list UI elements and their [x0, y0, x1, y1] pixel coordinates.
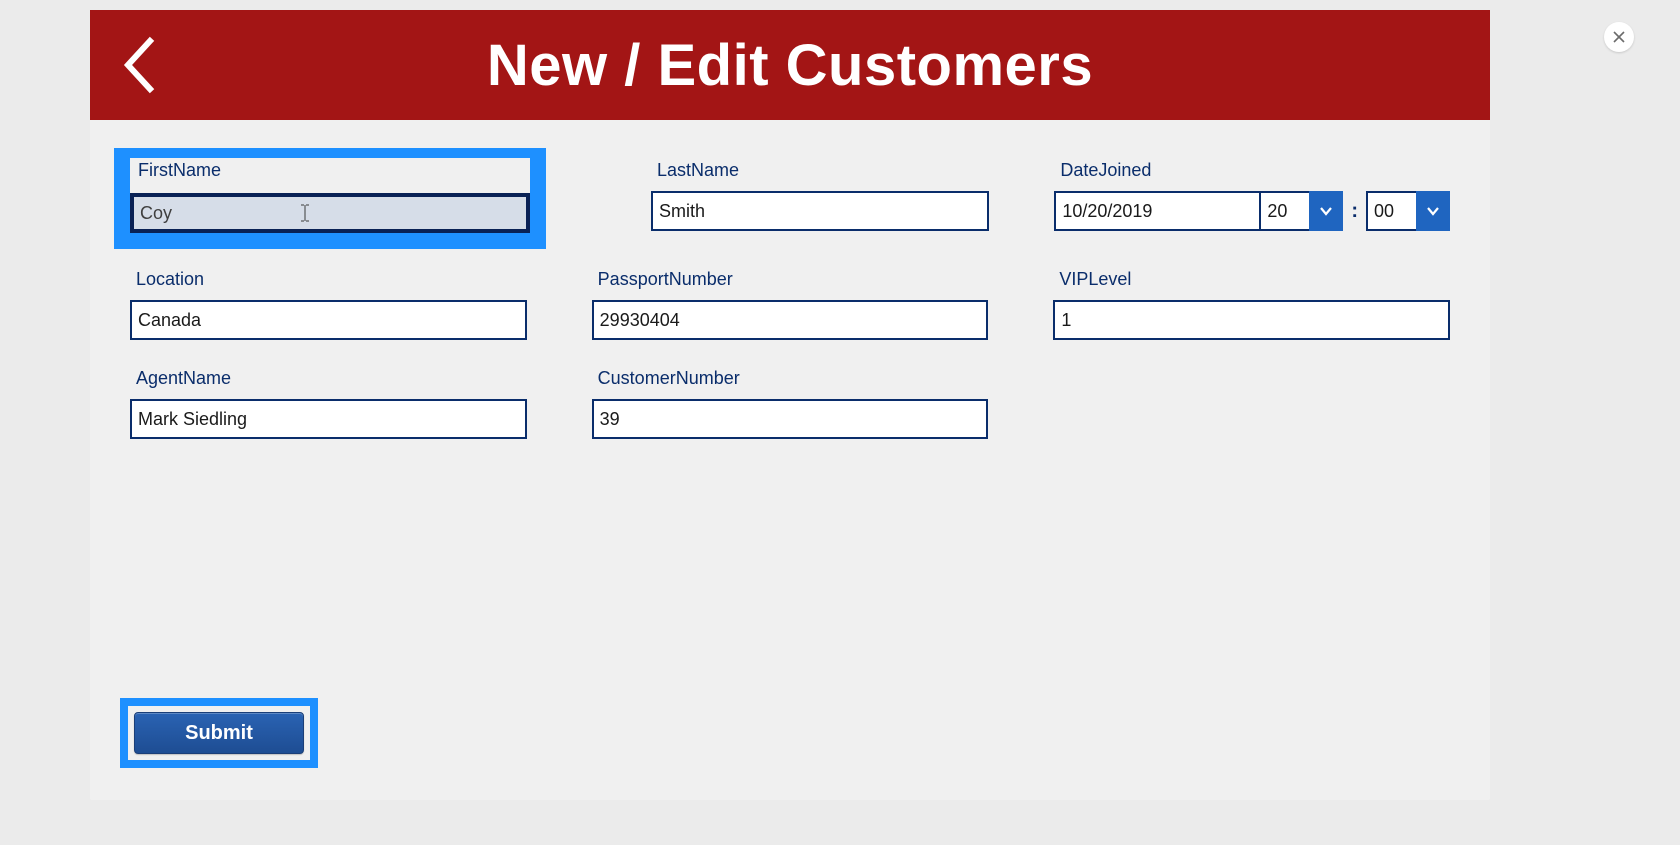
field-passportnumber: PassportNumber — [592, 259, 989, 340]
chevron-down-icon — [1425, 203, 1441, 219]
form-panel: New / Edit Customers FirstName — [90, 10, 1490, 800]
passportnumber-input[interactable] — [592, 300, 989, 340]
agentname-label: AgentName — [136, 368, 527, 389]
field-empty — [1053, 358, 1450, 439]
location-label: Location — [136, 269, 527, 290]
field-customernumber: CustomerNumber — [592, 358, 989, 439]
customernumber-input[interactable] — [592, 399, 989, 439]
hour-value: 20 — [1259, 191, 1309, 231]
location-input[interactable] — [130, 300, 527, 340]
field-viplevel: VIPLevel — [1053, 259, 1450, 340]
back-button[interactable] — [114, 30, 164, 100]
field-firstname: FirstName — [122, 156, 538, 241]
submit-highlight: Submit — [128, 706, 310, 760]
field-location: Location — [130, 259, 527, 340]
page-title: New / Edit Customers — [487, 32, 1093, 99]
field-lastname: LastName — [651, 150, 989, 241]
datejoined-label: DateJoined — [1060, 160, 1450, 181]
firstname-label: FirstName — [138, 156, 530, 185]
chevron-down-icon — [1318, 203, 1334, 219]
customernumber-label: CustomerNumber — [598, 368, 989, 389]
hour-dropdown-button[interactable] — [1309, 191, 1343, 231]
minute-select[interactable]: 00 — [1366, 191, 1450, 231]
lastname-label: LastName — [657, 160, 989, 181]
viplevel-input[interactable] — [1053, 300, 1450, 340]
minute-value: 00 — [1366, 191, 1416, 231]
header-bar: New / Edit Customers — [90, 10, 1490, 120]
lastname-input[interactable] — [651, 191, 989, 231]
chevron-left-icon — [120, 35, 158, 95]
passportnumber-label: PassportNumber — [598, 269, 989, 290]
firstname-input[interactable] — [130, 193, 530, 233]
submit-button[interactable]: Submit — [134, 712, 304, 754]
close-icon — [1612, 30, 1626, 44]
field-agentname: AgentName — [130, 358, 527, 439]
time-separator: : — [1351, 200, 1358, 223]
close-button[interactable] — [1604, 22, 1634, 52]
agentname-input[interactable] — [130, 399, 527, 439]
form-area: FirstName — [90, 120, 1490, 800]
minute-dropdown-button[interactable] — [1416, 191, 1450, 231]
viplevel-label: VIPLevel — [1059, 269, 1450, 290]
field-datejoined: DateJoined — [1054, 150, 1450, 241]
hour-select[interactable]: 20 — [1259, 191, 1343, 231]
